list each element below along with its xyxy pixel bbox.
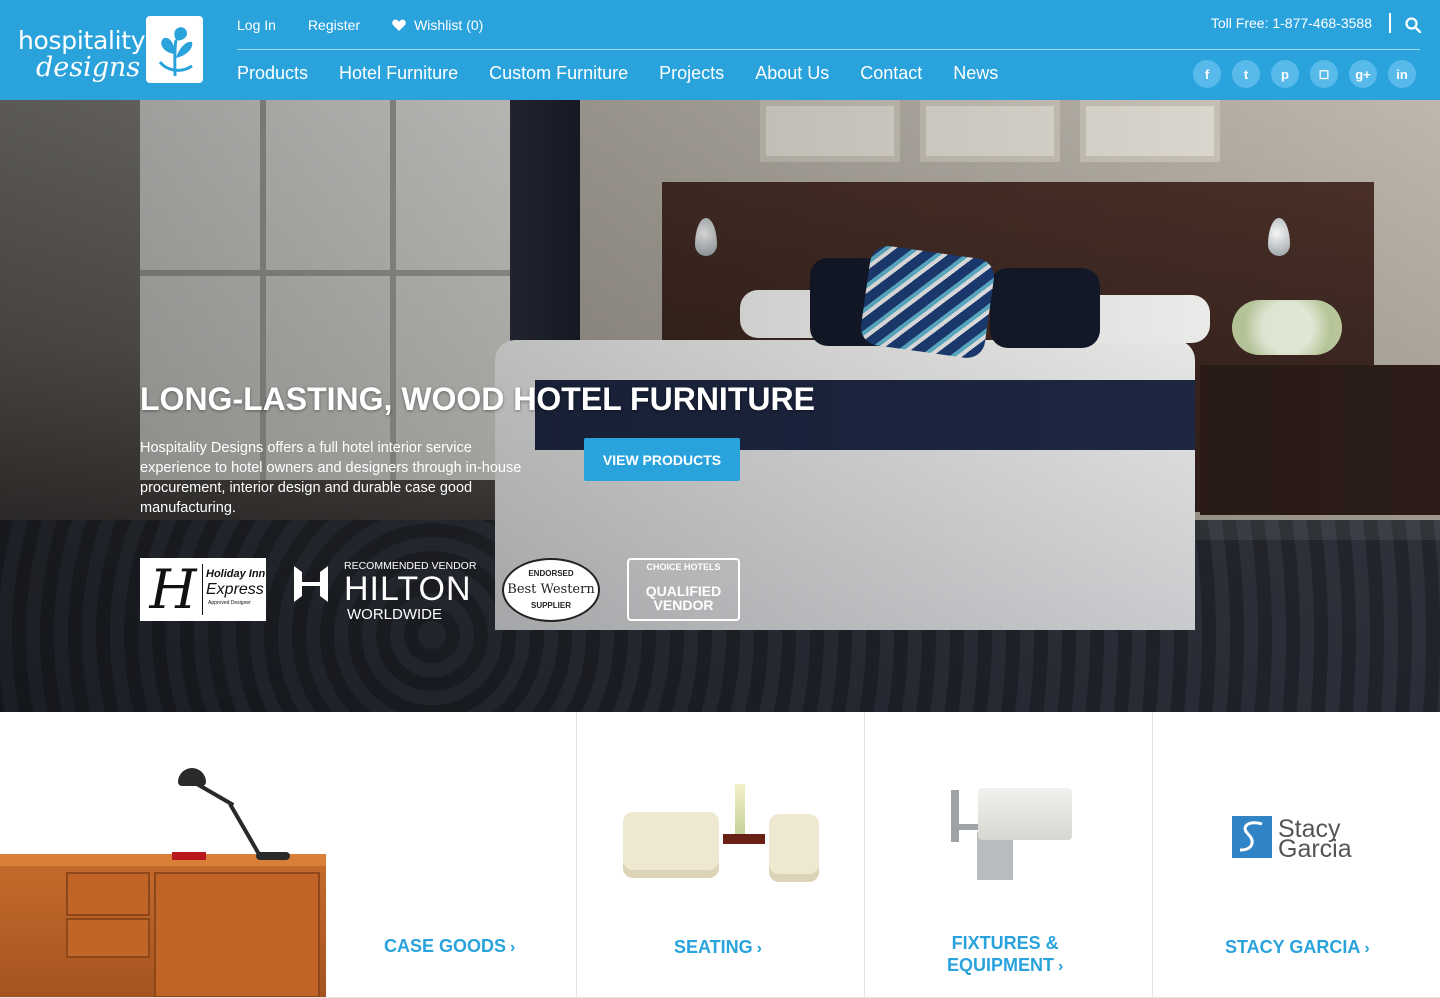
side-table-image [723,834,765,844]
chevron-right-icon: › [756,940,762,957]
nav-hotel-furniture[interactable]: Hotel Furniture [339,63,458,84]
register-link[interactable]: Register [308,17,360,33]
seating-link[interactable]: SEATING › [674,936,762,960]
stacy-garcia-logo-icon [1232,816,1272,858]
logo-text-designs: designs [36,52,141,83]
flower-vase-image [735,784,745,834]
hilton-h-icon [294,566,328,602]
holiday-inn-h-logo: H [149,558,197,621]
site-logo[interactable]: hospitality designs [18,14,208,88]
desk-lamp-icon [178,768,206,786]
search-icon[interactable] [1405,17,1421,33]
chevron-right-icon: › [1364,940,1370,957]
stacy-garcia-link[interactable]: STACY GARCIA › [1225,936,1370,960]
logo-text-hospitality: hospitality [18,26,146,55]
facebook-icon[interactable]: f [1193,60,1221,88]
nav-about-us[interactable]: About Us [755,63,829,84]
hilton-worldwide-badge: RECOMMENDED VENDOR HILTON WORLDWIDE [292,560,487,623]
holiday-inn-express-badge: H Holiday Inn Express Approved Designer [140,558,266,621]
case-goods-link[interactable]: CASE GOODS › [384,935,515,959]
instagram-icon[interactable]: ◻ [1310,60,1338,88]
header-divider [1389,13,1391,33]
toll-free-number[interactable]: Toll Free: 1-877-468-3588 [1211,15,1372,31]
tile-case-goods[interactable]: CASE GOODS › [0,712,577,998]
heart-icon [392,19,406,31]
best-western-badge: ENDORSED Best Western SUPPLIER [502,558,600,622]
nav-products[interactable]: Products [237,63,308,84]
armchair-image [769,814,819,882]
social-links: f t p ◻ g+ in [1182,60,1416,88]
tile-stacy-garcia[interactable]: Stacy Garcia STACY GARCIA › [1153,712,1440,998]
view-products-button[interactable]: VIEW PRODUCTS [584,438,740,481]
leaf-logo-icon [146,16,203,83]
loveseat-image [623,812,719,878]
nav-news[interactable]: News [953,63,998,84]
utility-links: Log In Register Wishlist (0) [237,16,515,34]
category-tiles: CASE GOODS › SEATING › FIXTURES & EQUIPMEN… [0,712,1440,998]
hero-banner: LONG-LASTING, WOOD HOTEL FURNITURE Hospi… [0,100,1440,712]
pinterest-icon[interactable]: p [1271,60,1299,88]
hero-description: Hospitality Designs offers a full hotel … [140,440,522,516]
google-plus-icon[interactable]: g+ [1349,60,1377,88]
stacy-garcia-logo-text: Garcia [1278,835,1352,863]
wishlist-link[interactable]: Wishlist (0) [392,17,483,33]
site-header: hospitality designs Log In Register Wish… [0,0,1440,100]
hero-title: LONG-LASTING, WOOD HOTEL FURNITURE [140,381,815,417]
twitter-icon[interactable]: t [1232,60,1260,88]
tile-fixtures-equipment[interactable]: FIXTURES & EQUIPMENT › [865,712,1153,998]
nav-contact[interactable]: Contact [860,63,922,84]
fixtures-equipment-link[interactable]: FIXTURES & EQUIPMENT › [947,932,1063,978]
chevron-right-icon: › [1058,958,1064,975]
sconce-shade-image [978,788,1072,840]
nav-projects[interactable]: Projects [659,63,724,84]
linkedin-icon[interactable]: in [1388,60,1416,88]
nav-custom-furniture[interactable]: Custom Furniture [489,63,628,84]
chevron-right-icon: › [510,939,516,956]
book-image [172,852,206,860]
main-nav: Products Hotel Furniture Custom Furnitur… [237,63,1029,84]
header-rule [237,49,1420,50]
wishlist-label: Wishlist (0) [414,17,484,33]
tile-seating[interactable]: SEATING › [577,712,865,998]
login-link[interactable]: Log In [237,17,276,33]
lamp-base [256,852,290,860]
choice-hotels-badge: CHOICE HOTELS QUALIFIED VENDOR [627,558,740,621]
